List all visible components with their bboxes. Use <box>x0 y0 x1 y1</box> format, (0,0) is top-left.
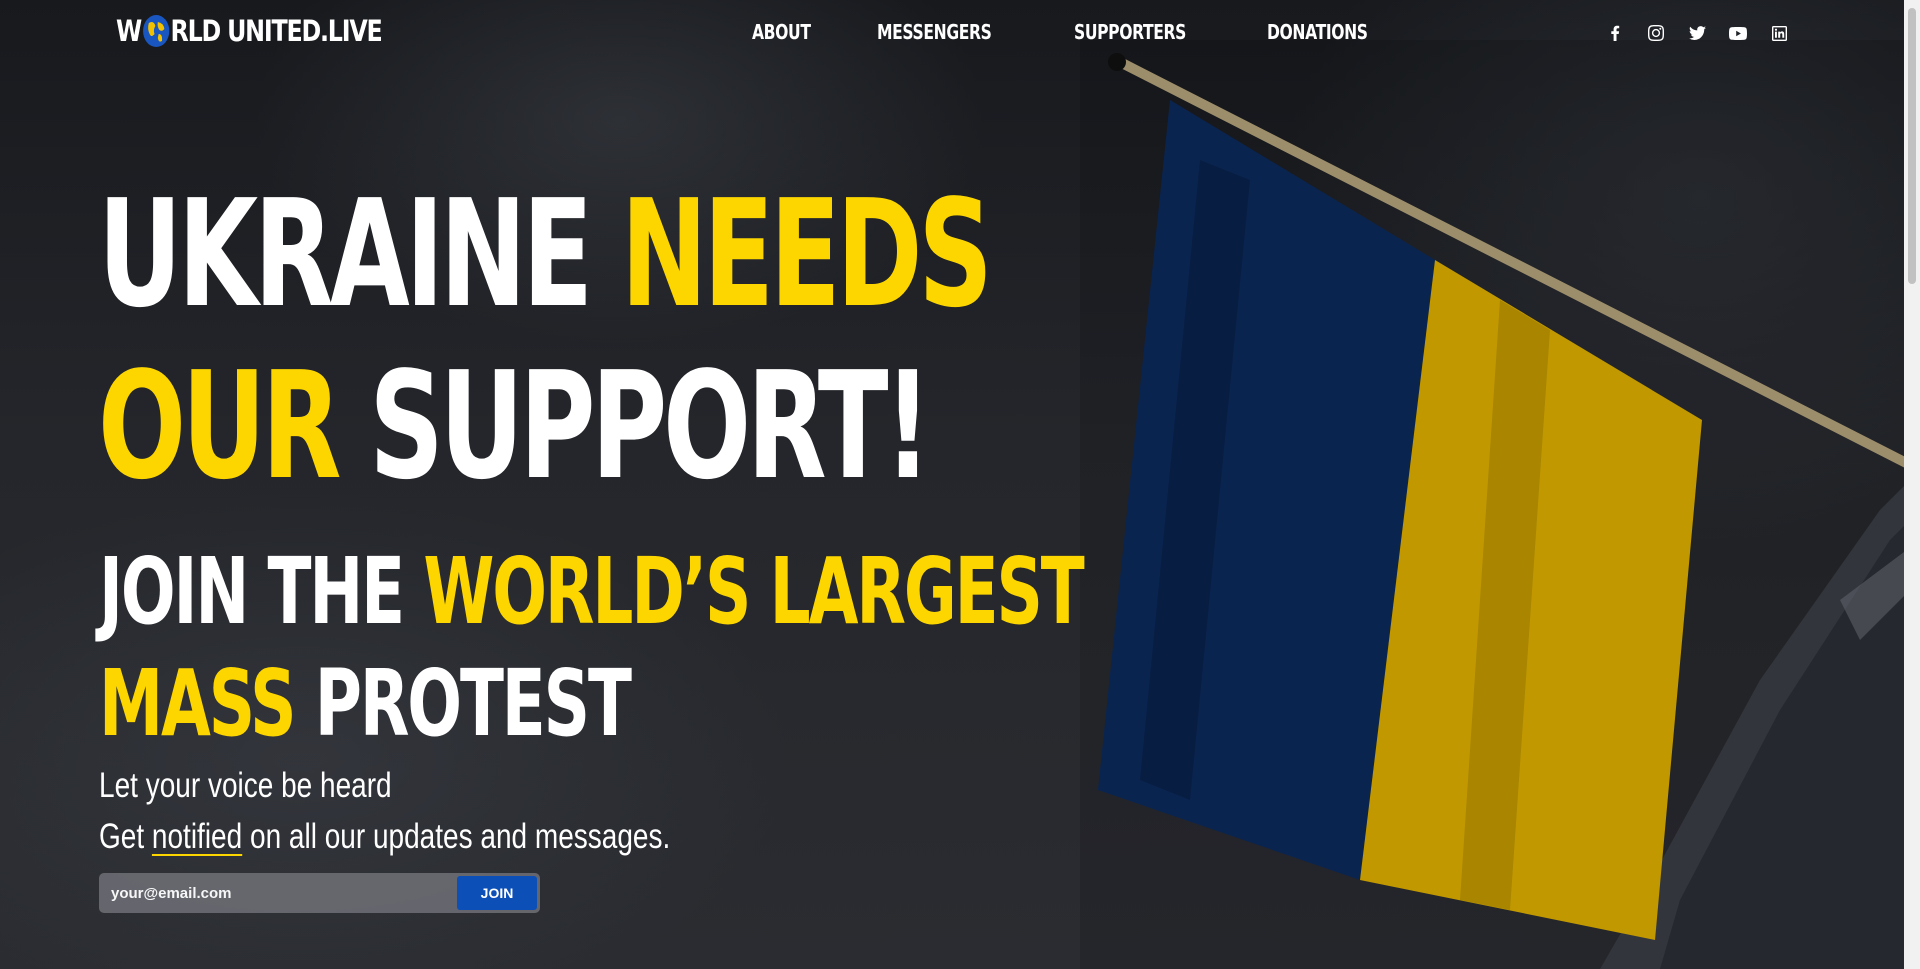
main-menu: ABOUT MESSENGERS SUPPORTERS DONATIONS <box>752 20 1446 44</box>
subhead-white-2: PROTEST <box>294 650 632 757</box>
hero-headline: UKRAINE NEEDS OUR SUPPORT! <box>98 168 993 512</box>
ukraine-flag-image <box>1080 40 1920 969</box>
nav-link-messengers[interactable]: MESSENGERS <box>877 20 992 44</box>
nav-link-supporters[interactable]: SUPPORTERS <box>1074 20 1186 44</box>
email-input[interactable] <box>99 872 457 914</box>
hero-tagline: Let your voice be heard Get notified on … <box>99 760 670 862</box>
headline-white-2: SUPPORT! <box>337 340 931 512</box>
page-scrollbar[interactable] <box>1904 0 1920 969</box>
image-dim-overlay <box>1080 40 1920 969</box>
globe-icon <box>142 15 169 47</box>
join-button[interactable]: JOIN <box>457 876 537 910</box>
top-navbar: W RLD UNITED.LIVE ABOUT MESSENGERS SUPPO… <box>0 0 1904 68</box>
social-links <box>1604 22 1790 44</box>
headline-yellow-1: NEEDS <box>620 168 993 340</box>
youtube-icon[interactable] <box>1727 22 1749 44</box>
linkedin-icon[interactable] <box>1768 22 1790 44</box>
subhead-yellow-2: MASS <box>99 650 296 757</box>
headline-white-1: UKRAINE <box>98 168 621 340</box>
subhead-yellow-1: WORLD’S LARGEST <box>423 538 1084 645</box>
tagline-line-1: Let your voice be heard <box>99 766 392 805</box>
tagline-notified-highlight: notified <box>151 817 243 856</box>
tagline-before: Get <box>99 817 152 856</box>
nav-link-donations[interactable]: DONATIONS <box>1267 20 1368 44</box>
logo-text-start: W <box>116 14 142 48</box>
scrollbar-thumb[interactable] <box>1908 8 1916 284</box>
site-logo[interactable]: W RLD UNITED.LIVE <box>116 14 383 48</box>
logo-text-end: RLD UNITED.LIVE <box>170 14 383 48</box>
headline-yellow-2: OUR <box>98 340 342 512</box>
hero-subheadline: JOIN THE WORLD’S LARGEST MASS PROTEST <box>99 536 1085 760</box>
twitter-icon[interactable] <box>1686 22 1708 44</box>
subhead-white-1: JOIN THE <box>99 538 424 645</box>
tagline-after: on all our updates and messages. <box>242 817 671 856</box>
instagram-icon[interactable] <box>1645 22 1667 44</box>
email-signup-form: JOIN <box>99 872 540 914</box>
nav-link-about[interactable]: ABOUT <box>752 20 811 44</box>
facebook-icon[interactable] <box>1604 22 1626 44</box>
